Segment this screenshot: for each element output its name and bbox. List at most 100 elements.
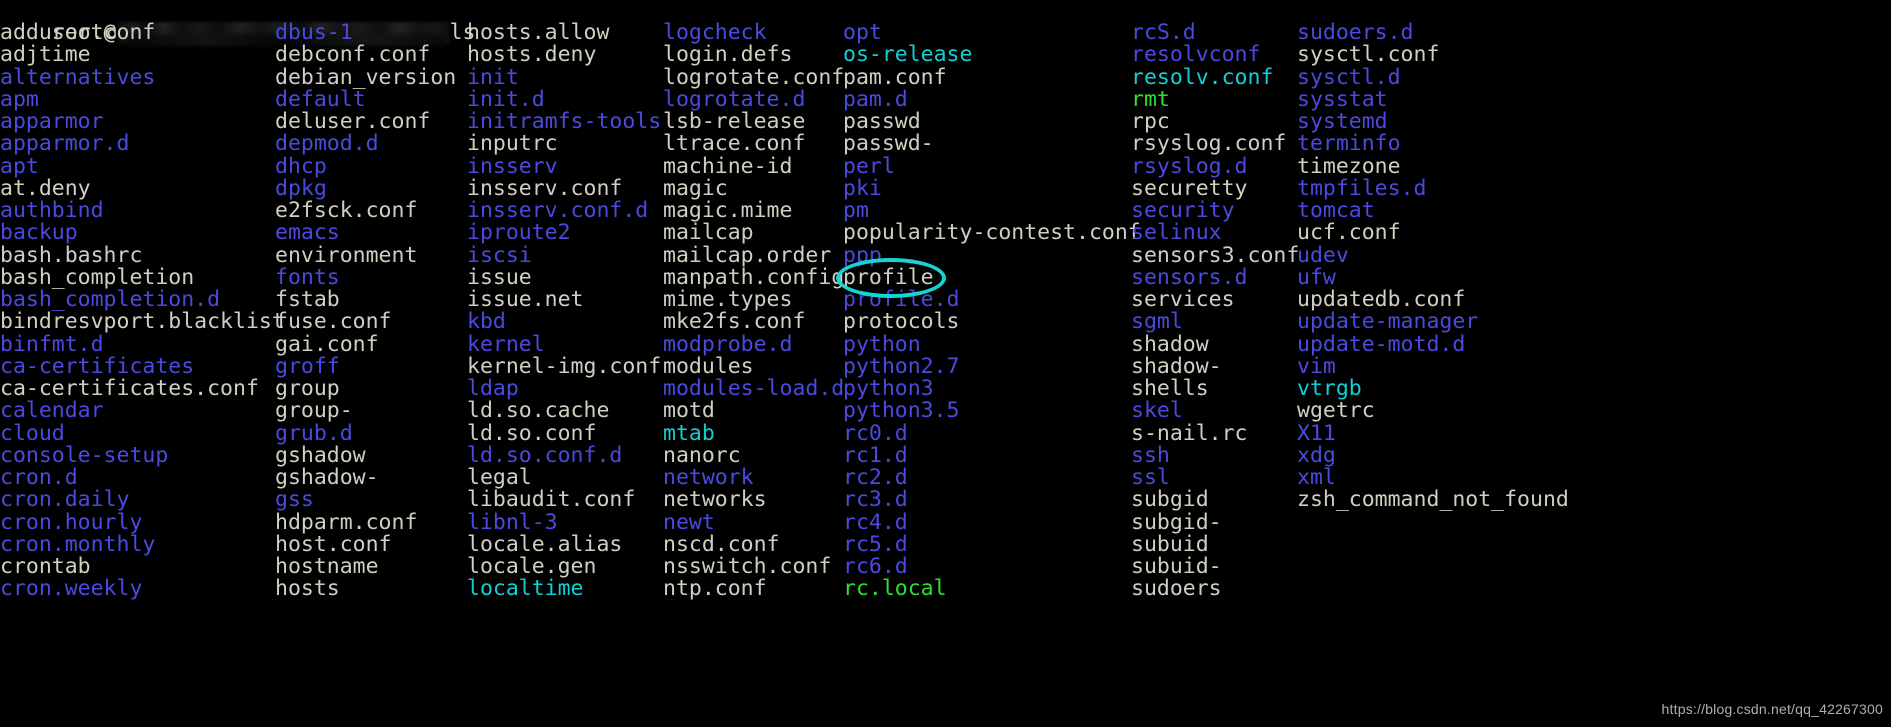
ls-entry: mke2fs.conf xyxy=(663,309,806,335)
ls-entry: systemd xyxy=(1297,109,1388,134)
ls-entry: bindresvport.blacklist xyxy=(0,309,285,335)
terminal-window: root@ ls adduser.conf adjtime alternatives a… xyxy=(0,0,1891,727)
ls-entry: logrotate.conf xyxy=(663,64,845,90)
ls-entry: sensors.d xyxy=(1131,264,1248,290)
ls-entry: hosts.allow xyxy=(467,20,610,45)
ls-entry: securetty xyxy=(1131,175,1248,201)
ls-entry: sudoers.d xyxy=(1297,20,1414,45)
ls-entry: emacs xyxy=(275,220,340,246)
ls-entry: ca-certificates xyxy=(0,353,195,379)
ls-entry: mtab xyxy=(663,420,715,446)
ls-entry: subuid- xyxy=(1131,554,1222,579)
ls-entry: calendar xyxy=(0,398,104,424)
ls-column-5: rcS.d resolvconf resolv.conf rmt rpc rsyslog.… xyxy=(1131,20,1300,602)
ls-entry: authbind xyxy=(0,198,104,223)
ls-entry: pki xyxy=(843,175,882,201)
ls-entry: skel xyxy=(1131,398,1183,424)
ls-entry: locale.alias xyxy=(467,531,623,557)
ls-entry: sysctl.conf xyxy=(1297,42,1440,68)
ls-entry: hostname xyxy=(275,554,379,579)
ls-entry: libnl-3 xyxy=(467,509,558,535)
ls-entry: hdparm.conf xyxy=(275,509,418,535)
ls-entry: shells xyxy=(1131,376,1209,401)
ls-entry: motd xyxy=(663,398,715,424)
ls-entry: lsb-release xyxy=(663,109,806,134)
ls-entry: zsh_command_not_found xyxy=(1297,487,1569,513)
ls-column-3: logcheck login.defs logrotate.conf logrotat… xyxy=(663,21,845,602)
ls-entry: gai.conf xyxy=(275,331,379,357)
ls-entry: updatedb.conf xyxy=(1297,287,1466,312)
ls-entry: modules-load.d xyxy=(663,376,845,401)
ls-entry: inputrc xyxy=(467,131,558,157)
ls-entry: modules xyxy=(663,353,754,379)
ls-entry: hosts xyxy=(275,576,340,602)
ls-entry: sudoers xyxy=(1131,576,1222,602)
ls-entry: kbd xyxy=(467,309,506,335)
ls-entry: python2.7 xyxy=(843,353,960,379)
ls-entry: environment xyxy=(275,242,418,268)
ls-entry: grub.d xyxy=(275,420,353,446)
ls-entry: debian_version xyxy=(275,64,457,90)
ls-entry: vtrgb xyxy=(1297,376,1362,401)
ls-entry: udev xyxy=(1297,242,1349,268)
ls-entry: login.defs xyxy=(663,42,793,68)
ls-entry: legal xyxy=(467,465,532,490)
ls-entry: ld.so.conf xyxy=(467,420,597,446)
ls-entry: host.conf xyxy=(275,531,392,557)
ls-entry: apparmor.d xyxy=(0,131,130,157)
ls-entry: locale.gen xyxy=(467,554,597,579)
ls-entry: subgid xyxy=(1131,487,1209,513)
ls-entry: e2fsck.conf xyxy=(275,198,418,223)
ls-column-6: sudoers.d sysctl.conf sysctl.d sysstat syste… xyxy=(1297,20,1627,513)
ls-entry: group xyxy=(275,376,340,401)
ls-entry: pam.conf xyxy=(843,64,947,90)
ls-entry: security xyxy=(1131,198,1235,223)
ls-entry: perl xyxy=(843,153,895,179)
ls-entry: rc1.d xyxy=(843,442,908,468)
ls-entry: rpc xyxy=(1131,109,1170,134)
ls-entry: gss xyxy=(275,487,314,513)
ls-entry: rsyslog.conf xyxy=(1131,131,1287,157)
ls-entry: nanorc xyxy=(663,442,741,468)
ls-entry: sensors3.conf xyxy=(1131,242,1300,268)
ls-entry: ld.so.cache xyxy=(467,398,610,424)
ls-entry: dhcp xyxy=(275,153,327,179)
ls-entry: groff xyxy=(275,353,340,379)
ls-entry: tomcat xyxy=(1297,198,1375,223)
ls-entry: backup xyxy=(0,220,78,246)
ls-column-4: opt os-release pam.conf pam.d passwd passwd-p… xyxy=(843,20,1141,602)
ls-entry: protocols xyxy=(843,309,960,335)
ls-entry: cron.hourly xyxy=(0,509,143,535)
ls-column-0: adduser.conf adjtime alternatives apm apparm… xyxy=(0,21,285,601)
ls-entry: kernel-img.conf xyxy=(467,353,662,379)
ls-entry: xml xyxy=(1297,465,1336,490)
ls-entry: dbus-1 xyxy=(275,20,353,45)
ls-entry: nsswitch.conf xyxy=(663,554,832,579)
ls-entry: terminfo xyxy=(1297,131,1401,157)
ls-entry: cron.monthly xyxy=(0,531,156,557)
ls-entry: dpkg xyxy=(275,175,327,201)
ls-entry: opt xyxy=(843,20,882,45)
ls-entry: sgml xyxy=(1131,309,1183,335)
ls-entry: initramfs-tools xyxy=(467,109,662,134)
ls-entry: resolvconf xyxy=(1131,42,1261,68)
ls-entry: subgid- xyxy=(1131,509,1222,535)
ls-entry: group- xyxy=(275,398,353,424)
ls-entry: iscsi xyxy=(467,242,532,268)
ls-entry: bash_completion xyxy=(0,264,195,290)
ls-entry: rc.local xyxy=(843,576,947,602)
ls-column-1: dbus-1 debconf.conf debian_version default d… xyxy=(275,20,467,602)
watermark: https://blog.csdn.net/qq_42267300 xyxy=(1661,701,1883,717)
ls-entry: ntp.conf xyxy=(663,576,767,602)
ls-entry: resolv.conf xyxy=(1131,64,1274,90)
ls-entry: gshadow xyxy=(275,442,366,468)
ls-entry: sysstat xyxy=(1297,86,1388,112)
ls-entry: rcS.d xyxy=(1131,20,1196,45)
ls-entry: default xyxy=(275,86,366,112)
ls-entry: networks xyxy=(663,487,767,513)
ls-entry: timezone xyxy=(1297,153,1401,179)
ls-entry: rmt xyxy=(1131,86,1170,112)
ls-entry: logrotate.d xyxy=(663,86,806,112)
ls-entry: insserv xyxy=(467,153,558,179)
ls-entry: bash_completion.d xyxy=(0,287,221,312)
